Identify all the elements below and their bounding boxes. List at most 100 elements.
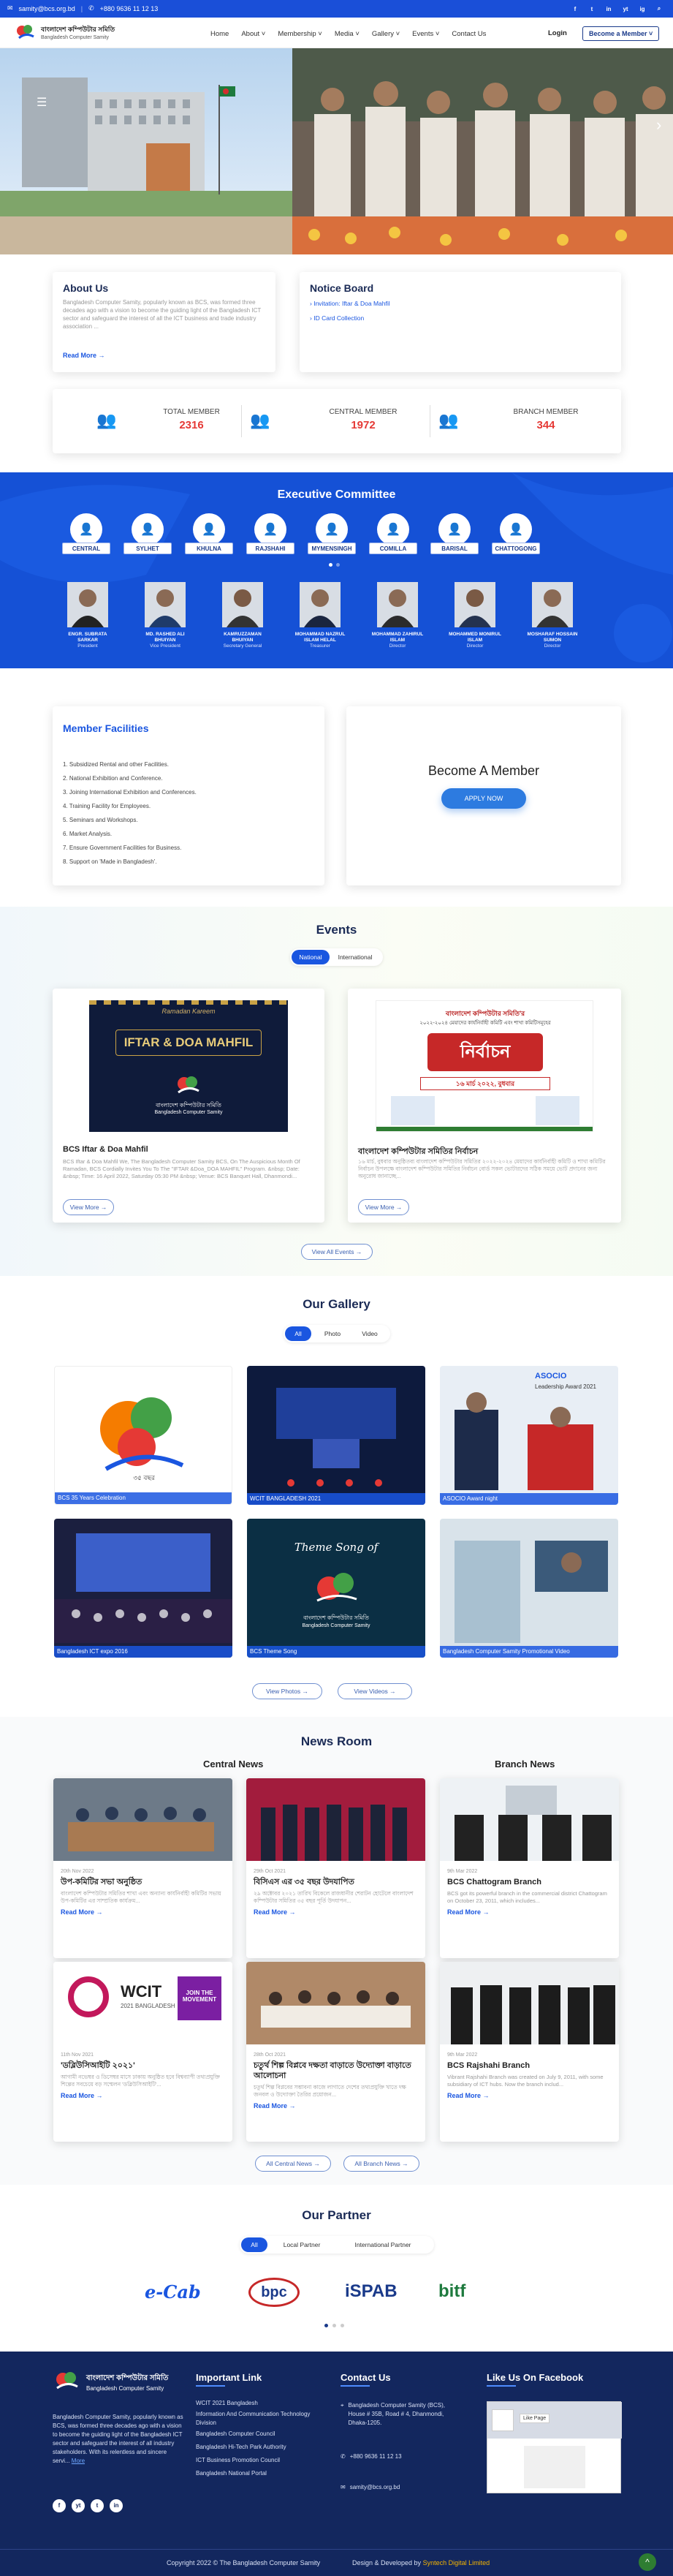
member-card[interactable]: MOHAMMAD ZAHIRUL ISLAM Director: [371, 582, 424, 649]
facility-item: 1. Subsidized Rental and other Facilitie…: [63, 761, 169, 768]
linkedin-icon[interactable]: in: [604, 4, 614, 14]
footer-link[interactable]: Bangladesh Computer Council: [196, 2428, 320, 2441]
gallery-item[interactable]: WCIT BANGLADESH 2021: [247, 1366, 425, 1505]
notice-item[interactable]: › Invitation: Iftar & Doa Mahfil: [310, 300, 390, 307]
region-tab-central[interactable]: 👤 CENTRAL: [62, 513, 110, 554]
footer-link[interactable]: WCIT 2021 Bangladesh: [196, 2397, 320, 2410]
region-tab-chattogong[interactable]: 👤 CHATTOGONG: [492, 513, 540, 554]
member-card[interactable]: MD. RASHED ALI BHUIYAN Vice President: [139, 582, 191, 649]
facebook-icon[interactable]: f: [53, 2499, 66, 2512]
tab-all-partners[interactable]: All: [241, 2237, 267, 2252]
member-card[interactable]: MOHAMMED MONIRUL ISLAM Director: [449, 582, 501, 649]
ec-pagination[interactable]: [329, 563, 340, 567]
nav-events[interactable]: Events ˅: [412, 30, 439, 38]
nav-about[interactable]: About ˅: [241, 30, 265, 38]
become-member-button[interactable]: Become a Member ˅: [582, 26, 660, 41]
nav-home[interactable]: Home: [210, 30, 229, 38]
member-card[interactable]: MOHAMMAD NAZRUL ISLAM HELAL Treasurer: [294, 582, 346, 649]
gallery-item[interactable]: ASOCIO Leadership Award 2021 ASOCIO Awar…: [440, 1366, 618, 1505]
footer-link[interactable]: Bangladesh Hi-Tech Park Authority: [196, 2441, 320, 2454]
all-central-news-button[interactable]: All Central News →: [255, 2156, 331, 2172]
site-logo[interactable]: বাংলাদেশ কম্পিউটার সমিতি Bangladesh Comp…: [15, 22, 115, 42]
footer-link[interactable]: ICT Business Promotion Council: [196, 2454, 320, 2467]
apply-now-button[interactable]: APPLY NOW: [441, 788, 526, 809]
linkedin-icon[interactable]: in: [110, 2499, 123, 2512]
top-bar: ✉ samity@bcs.org.bd | ✆ +880 9636 11 12 …: [0, 0, 673, 18]
hamburger-icon[interactable]: ☰: [37, 95, 47, 110]
news-read-more[interactable]: Read More →: [254, 2102, 418, 2109]
footer-phone[interactable]: ✆ +880 9636 11 12 13: [341, 2452, 402, 2461]
tab-international[interactable]: International: [331, 950, 379, 964]
scroll-top-icon[interactable]: ^: [639, 2553, 656, 2571]
tab-national[interactable]: National: [292, 950, 330, 964]
news-read-more[interactable]: Read More →: [447, 2092, 612, 2099]
twitter-icon[interactable]: t: [587, 4, 597, 14]
member-card[interactable]: ENGR. SUBRATA SARKAR President: [61, 582, 114, 649]
region-tab-sylhet[interactable]: 👤 SYLHET: [123, 513, 172, 554]
facebook-widget[interactable]: Like Page: [487, 2401, 622, 2493]
tab-international-partner[interactable]: International Partner: [335, 2237, 431, 2252]
partner-logo-bpc[interactable]: bpc: [248, 2278, 300, 2307]
tab-all[interactable]: All: [285, 1326, 311, 1341]
nav-media[interactable]: Media ˅: [335, 30, 360, 38]
news-card[interactable]: 9th Mar 2022 BCS Rajshahi Branch Vibrant R…: [440, 1962, 619, 2142]
twitter-icon[interactable]: t: [91, 2499, 104, 2512]
news-read-more[interactable]: Read More →: [61, 2092, 225, 2099]
gallery-item[interactable]: Theme Song of বাংলাদেশ কম্পিউটার সমিতি B…: [247, 1519, 425, 1658]
footer-link[interactable]: Information And Communication Technology…: [196, 2410, 320, 2428]
event-card[interactable]: বাংলাদেশ কম্পিউটার সমিতি'র ২০২২-২০২৪ মেয…: [348, 989, 621, 1223]
partner-logo-ecab[interactable]: e-Cab: [145, 2281, 201, 2303]
view-photos-button[interactable]: View Photos →: [252, 1683, 322, 1699]
developer-link[interactable]: Syntech Digital Limited: [423, 2559, 490, 2566]
region-tab-comilla[interactable]: 👤 COMILLA: [369, 513, 417, 554]
tab-video[interactable]: Video: [352, 1326, 387, 1341]
region-tab-rajshahi[interactable]: 👤 RAJSHAHI: [246, 513, 294, 554]
news-card[interactable]: 28th Oct 2021 চতুর্থ শিল্প বিপ্লবে দক্ষতা…: [246, 1962, 425, 2142]
login-link[interactable]: Login: [548, 29, 567, 37]
footer-more-link[interactable]: More: [72, 2458, 85, 2464]
gallery-item[interactable]: ৩৫ বছর BCS 35 Years Celebration: [54, 1366, 232, 1505]
youtube-icon[interactable]: yt: [620, 4, 631, 14]
footer-logo[interactable]: বাংলাদেশ কম্পিউটার সমিতি Bangladesh Compu…: [53, 2369, 168, 2395]
event-view-more-button[interactable]: View More →: [63, 1199, 114, 1215]
instagram-icon[interactable]: ig: [637, 4, 647, 14]
youtube-icon[interactable]: yt: [72, 2499, 85, 2512]
about-read-more[interactable]: Read More →: [63, 352, 105, 359]
topbar-phone[interactable]: +880 9636 11 12 13: [100, 5, 159, 12]
footer-email[interactable]: ✉ samity@bcs.org.bd: [341, 2483, 400, 2492]
gallery-item[interactable]: Bangladesh Computer Samity Promotional V…: [440, 1519, 618, 1658]
event-view-more-button[interactable]: View More →: [358, 1199, 409, 1215]
notice-item[interactable]: › ID Card Collection: [310, 314, 364, 322]
region-tab-khulna[interactable]: 👤 KHULNA: [185, 513, 233, 554]
all-branch-news-button[interactable]: All Branch News →: [343, 2156, 419, 2172]
partner-logo-ispab[interactable]: iSPAB: [345, 2281, 398, 2302]
news-read-more[interactable]: Read More →: [61, 1908, 225, 1916]
news-read-more[interactable]: Read More →: [254, 1908, 418, 1916]
partner-logo-bitf[interactable]: bitf: [438, 2281, 465, 2302]
nav-membership[interactable]: Membership ˅: [278, 30, 322, 38]
region-tab-mymensingh[interactable]: 👤 MYMENSINGH: [308, 513, 356, 554]
nav-contact[interactable]: Contact Us: [452, 30, 486, 38]
fb-like-button[interactable]: Like Page: [520, 2414, 550, 2423]
region-tab-barisal[interactable]: 👤 BARISAL: [430, 513, 479, 554]
news-card[interactable]: WCIT 2021 BANGLADESH JOIN THE MOVEMENT 1…: [53, 1962, 232, 2142]
view-all-events-button[interactable]: View All Events →: [301, 1244, 373, 1260]
search-icon[interactable]: ⌕: [654, 4, 664, 14]
slider-next-icon[interactable]: ›: [656, 116, 661, 135]
event-card[interactable]: Ramadan Kareem IFTAR & DOA MAHFIL বাংলাদ…: [53, 989, 324, 1223]
news-card[interactable]: 9th Mar 2022 BCS Chattogram Branch BCS got…: [440, 1778, 619, 1958]
tab-photo[interactable]: Photo: [314, 1326, 351, 1341]
member-card[interactable]: MOSHARAF HOSSAIN SUMON Director: [526, 582, 579, 649]
facebook-icon[interactable]: f: [570, 4, 580, 14]
tab-local-partner[interactable]: Local Partner: [270, 2237, 333, 2252]
member-card[interactable]: KAMRUZZAMAN BHUIYAN Secretary General: [216, 582, 269, 649]
topbar-email[interactable]: samity@bcs.org.bd: [19, 5, 75, 12]
partner-pagination[interactable]: [324, 2324, 344, 2327]
news-read-more[interactable]: Read More →: [447, 1908, 612, 1916]
gallery-item[interactable]: Bangladesh ICT expo 2016: [54, 1519, 232, 1658]
footer-link[interactable]: Bangladesh National Portal: [196, 2467, 320, 2480]
view-videos-button[interactable]: View Videos →: [338, 1683, 412, 1699]
news-card[interactable]: 29th Oct 2021 বিসিএস এর ৩৫ বছর উদযাপিত ২৯ …: [246, 1778, 425, 1958]
news-card[interactable]: 20th Nov 2022 উপ-কমিটির সভা অনুষ্ঠিত বাংলা…: [53, 1778, 232, 1958]
nav-gallery[interactable]: Gallery ˅: [372, 30, 400, 38]
